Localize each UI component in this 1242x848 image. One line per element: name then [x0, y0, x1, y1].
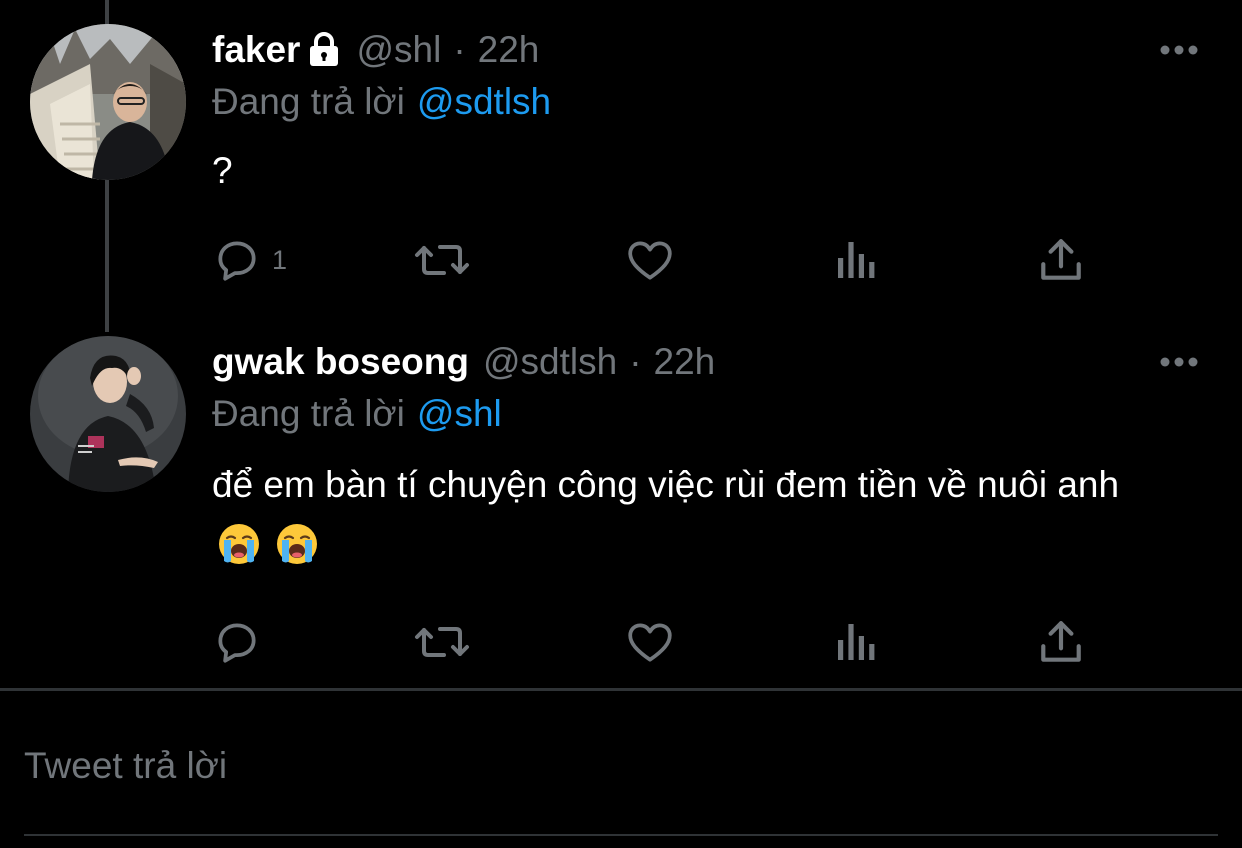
like-button[interactable]: [624, 230, 676, 290]
analytics-icon: [838, 624, 875, 660]
avatar[interactable]: [30, 24, 186, 180]
heart-icon: [628, 623, 672, 662]
user-handle[interactable]: @sdtlsh: [483, 340, 617, 384]
tweet[interactable]: gwak boseong @sdtlsh · 22h Đang trả lời @…: [0, 330, 1242, 690]
reply-placeholder: Tweet trả lời: [24, 745, 228, 786]
reply-mention-link[interactable]: @shl: [417, 393, 502, 434]
avatar-photo: [30, 336, 186, 492]
tweet-text: ?: [212, 140, 1172, 202]
reply-button[interactable]: 1: [212, 230, 287, 290]
reply-prefix: Đang trả lời: [212, 81, 405, 122]
reply-context: Đang trả lời @shl: [212, 392, 502, 436]
separator-dot: ·: [629, 341, 642, 382]
retweet-icon: [415, 245, 469, 275]
reply-prefix: Đang trả lời: [212, 393, 405, 434]
separator-dot: ·: [453, 29, 466, 70]
reply-button[interactable]: [212, 612, 272, 672]
reply-context: Đang trả lời @sdtlsh: [212, 80, 551, 124]
tweet[interactable]: faker @shl · 22h Đang trả lời @sdtlsh ? 1: [0, 0, 1242, 330]
share-icon: [1041, 621, 1081, 662]
more-dots-icon[interactable]: [1160, 44, 1198, 56]
tweet-body: ?: [212, 150, 233, 191]
tweet-body: để em bàn tí chuyện công việc rùi đem ti…: [212, 464, 1120, 505]
tweet-actions: 1: [0, 230, 1242, 290]
avatar-photo: [30, 24, 186, 180]
user-handle[interactable]: @shl: [356, 28, 441, 72]
loudly-crying-face-emoji: [219, 524, 259, 564]
avatar[interactable]: [30, 336, 186, 492]
tweet-header: faker @shl · 22h: [212, 28, 539, 72]
more-dots-icon[interactable]: [1160, 356, 1198, 368]
analytics-button[interactable]: [834, 230, 878, 290]
reply-compose-input[interactable]: Tweet trả lời: [24, 742, 227, 790]
reply-count: 1: [272, 244, 288, 275]
comment-icon: [218, 623, 256, 663]
reply-mention-link[interactable]: @sdtlsh: [417, 81, 551, 122]
analytics-icon: [838, 242, 875, 278]
analytics-button[interactable]: [834, 612, 878, 672]
compose-underline: [24, 834, 1218, 836]
tweet-text: để em bàn tí chuyện công việc rùi đem ti…: [212, 454, 1172, 578]
retweet-icon: [415, 627, 469, 657]
lock-icon: [310, 32, 339, 66]
display-name[interactable]: faker: [212, 28, 300, 72]
comment-icon: [218, 241, 256, 281]
share-icon: [1041, 239, 1081, 280]
share-button[interactable]: [1036, 612, 1086, 672]
retweet-button[interactable]: [414, 230, 470, 290]
share-button[interactable]: [1036, 230, 1086, 290]
heart-icon: [628, 241, 672, 280]
timestamp[interactable]: 22h: [478, 28, 540, 72]
tweet-actions: [0, 612, 1242, 672]
tweet-header: gwak boseong @sdtlsh · 22h: [212, 340, 715, 384]
display-name[interactable]: gwak boseong: [212, 340, 469, 384]
loudly-crying-face-emoji: [277, 524, 318, 564]
divider: [0, 688, 1242, 691]
like-button[interactable]: [624, 612, 676, 672]
retweet-button[interactable]: [414, 612, 470, 672]
timestamp[interactable]: 22h: [654, 340, 716, 384]
